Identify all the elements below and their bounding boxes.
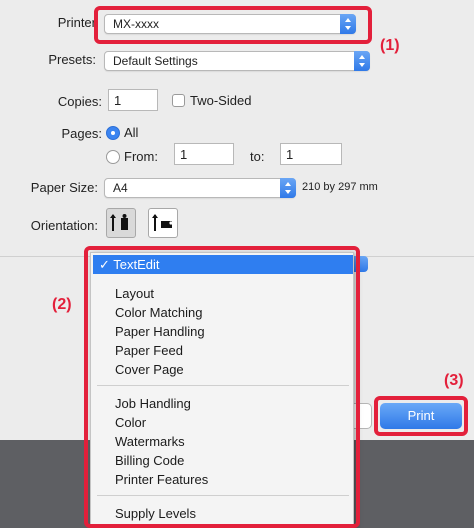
pages-from-radio[interactable]: [106, 150, 120, 164]
presets-label: Presets:: [48, 52, 96, 67]
paper-size-value: A4: [113, 181, 128, 195]
highlight-menu: [84, 246, 360, 528]
pages-to-label: to:: [250, 149, 265, 164]
presets-value: Default Settings: [113, 54, 198, 68]
presets-select[interactable]: Default Settings: [104, 51, 370, 71]
pages-all-radio[interactable]: [106, 126, 120, 140]
landscape-icon: [152, 214, 173, 231]
callout-1: (1): [380, 37, 400, 54]
pages-from-label: From:: [124, 149, 158, 164]
callout-3: (3): [444, 372, 464, 389]
portrait-icon: [110, 214, 128, 231]
copies-field[interactable]: 1: [108, 89, 158, 111]
pages-to-field[interactable]: 1: [280, 143, 342, 165]
chevron-updown-icon: [280, 178, 296, 198]
paper-size-select[interactable]: A4: [104, 178, 296, 198]
orientation-label: Orientation:: [30, 218, 98, 233]
highlight-print: [374, 396, 468, 436]
copies-label: Copies:: [57, 94, 102, 109]
pages-label: Pages:: [61, 126, 102, 141]
printer-label: Printer: [57, 15, 96, 30]
callout-2: (2): [52, 296, 72, 313]
paper-size-label: Paper Size:: [30, 180, 98, 195]
landscape-button[interactable]: [148, 208, 178, 238]
portrait-button[interactable]: [106, 208, 136, 238]
pages-all-label: All: [124, 125, 139, 140]
paper-dimensions: 210 by 297 mm: [302, 181, 378, 193]
highlight-printer: [94, 6, 372, 44]
two-sided-checkbox[interactable]: [172, 94, 185, 107]
pages-from-field[interactable]: 1: [174, 143, 234, 165]
two-sided-label: Two-Sided: [190, 93, 252, 108]
chevron-updown-icon: [354, 51, 370, 71]
